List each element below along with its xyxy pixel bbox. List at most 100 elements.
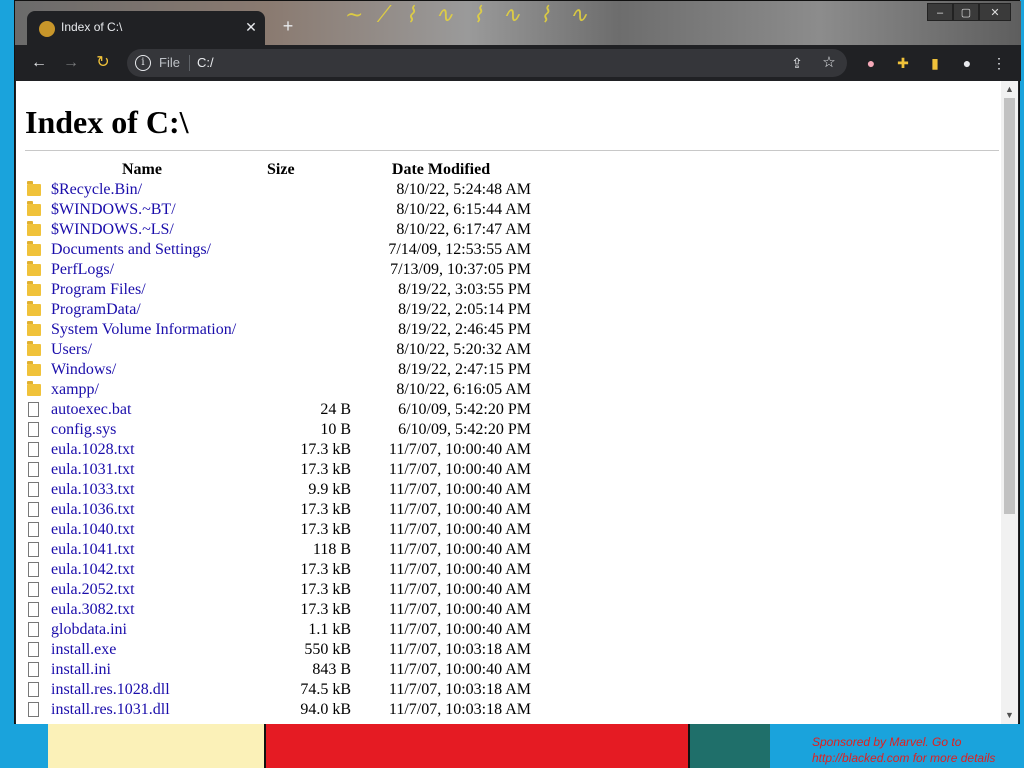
table-row: eula.1031.txt 17.3 kB 11/7/07, 10:00:40 AM <box>25 460 531 480</box>
folder-link[interactable]: Program Files/ <box>51 281 146 298</box>
row-icon-cell <box>25 220 51 240</box>
tab-title: Index of C:\ <box>61 20 123 34</box>
extension-flag-icon[interactable]: ● <box>861 53 881 73</box>
row-name-cell: eula.1041.txt <box>51 540 259 560</box>
share-icon[interactable]: ⇪ <box>787 53 807 73</box>
row-date-modified: 7/14/09, 12:53:55 AM <box>388 241 531 258</box>
folder-icon <box>27 201 41 216</box>
file-link[interactable]: install.res.1031.dll <box>51 701 170 718</box>
address-bar[interactable]: i File C:/ ⇪ ☆ <box>127 49 847 77</box>
file-link[interactable]: install.ini <box>51 661 111 678</box>
info-icon[interactable]: i <box>135 55 151 71</box>
file-link[interactable]: config.sys <box>51 421 116 438</box>
forward-icon[interactable]: → <box>59 51 83 75</box>
row-icon-cell <box>25 380 51 400</box>
scrollbar-thumb[interactable] <box>1004 98 1015 514</box>
row-size <box>259 200 351 220</box>
folder-link[interactable]: xampp/ <box>51 381 99 398</box>
file-link[interactable]: eula.3082.txt <box>51 601 135 618</box>
folder-link[interactable]: $Recycle.Bin/ <box>51 181 142 198</box>
row-icon-cell <box>25 420 51 440</box>
reload-icon[interactable]: ↻ <box>91 51 115 75</box>
table-row: eula.1036.txt 17.3 kB 11/7/07, 10:00:40 AM <box>25 500 531 520</box>
folder-link[interactable]: System Volume Information/ <box>51 321 236 338</box>
file-link[interactable]: eula.1028.txt <box>51 441 135 458</box>
folder-icon <box>27 321 41 336</box>
maximize-icon[interactable]: ▢ <box>953 3 979 21</box>
row-icon-cell <box>25 200 51 220</box>
tab-active[interactable]: Index of C:\ ✕ <box>27 11 265 45</box>
table-row: $Recycle.Bin/8/10/22, 5:24:48 AM <box>25 180 531 200</box>
file-link[interactable]: autoexec.bat <box>51 401 131 418</box>
row-icon-cell <box>25 520 51 540</box>
row-date-modified: 6/10/09, 5:42:20 PM <box>398 421 531 438</box>
row-name-cell: install.res.1031.dll <box>51 700 259 720</box>
row-name-cell: autoexec.bat <box>51 400 259 420</box>
folder-icon <box>27 301 41 316</box>
row-size <box>259 320 351 340</box>
table-row: install.res.1031.dll 94.0 kB 11/7/07, 10:0… <box>25 700 531 720</box>
bookmark-star-icon[interactable]: ☆ <box>819 53 839 73</box>
row-icon-cell <box>25 280 51 300</box>
row-size <box>259 180 351 200</box>
column-header-date[interactable]: Date Modified <box>351 160 531 180</box>
file-scheme-label: File <box>159 55 180 70</box>
wallpaper-red-panel <box>264 724 690 768</box>
row-name-cell: xampp/ <box>51 380 259 400</box>
row-name-cell: PerfLogs/ <box>51 260 259 280</box>
row-date-modified: 8/19/22, 2:46:45 PM <box>398 321 531 338</box>
file-link[interactable]: install.exe <box>51 641 116 658</box>
extensions-puzzle-icon[interactable]: ✚ <box>893 53 913 73</box>
row-size: 17.3 kB <box>300 461 351 478</box>
side-panel-icon[interactable]: ▮ <box>925 53 945 73</box>
row-size <box>259 280 351 300</box>
column-header-name[interactable]: Name <box>25 160 259 180</box>
file-link[interactable]: eula.1031.txt <box>51 461 135 478</box>
file-link[interactable]: eula.1040.txt <box>51 521 135 538</box>
profile-avatar-icon[interactable]: ● <box>957 53 977 73</box>
folder-icon <box>27 261 41 276</box>
file-link[interactable]: install.res.1028.dll <box>51 681 170 698</box>
table-row: install.res.1028.dll 74.5 kB 11/7/07, 10:0… <box>25 680 531 700</box>
table-row: System Volume Information/8/19/22, 2:46:… <box>25 320 531 340</box>
folder-link[interactable]: Users/ <box>51 341 92 358</box>
row-name-cell: eula.1040.txt <box>51 520 259 540</box>
wallpaper-yellow-panel <box>48 724 264 768</box>
row-name-cell: install.res.1028.dll <box>51 680 259 700</box>
folder-link[interactable]: Documents and Settings/ <box>51 241 211 258</box>
titlebar-decoration: ~ ⁄ ⌇ ∿ ⌇ ∿ ⌇ ∿ <box>345 3 594 28</box>
row-icon-cell <box>25 440 51 460</box>
row-size <box>259 300 351 320</box>
folder-link[interactable]: PerfLogs/ <box>51 261 114 278</box>
row-size <box>259 260 351 280</box>
close-window-icon[interactable]: ✕ <box>979 3 1011 21</box>
vertical-scrollbar[interactable]: ▲ ▼ <box>1001 81 1018 724</box>
file-icon <box>28 702 39 717</box>
file-link[interactable]: eula.1041.txt <box>51 541 135 558</box>
row-icon-cell <box>25 480 51 500</box>
row-size: 1.1 kB <box>308 621 351 638</box>
row-name-cell: System Volume Information/ <box>51 320 259 340</box>
tab-close-icon[interactable]: ✕ <box>241 17 261 37</box>
back-icon[interactable]: ← <box>27 51 51 75</box>
minimize-icon[interactable]: – <box>927 3 953 21</box>
new-tab-icon[interactable]: + <box>277 15 299 37</box>
file-icon <box>28 602 39 617</box>
column-header-size[interactable]: Size <box>259 160 351 180</box>
file-link[interactable]: eula.1042.txt <box>51 561 135 578</box>
row-size: 17.3 kB <box>300 581 351 598</box>
file-link[interactable]: eula.2052.txt <box>51 581 135 598</box>
file-link[interactable]: eula.1033.txt <box>51 481 135 498</box>
folder-link[interactable]: Windows/ <box>51 361 116 378</box>
file-link[interactable]: globdata.ini <box>51 621 127 638</box>
file-link[interactable]: eula.1036.txt <box>51 501 135 518</box>
url-text[interactable]: C:/ <box>197 55 214 70</box>
table-row: eula.1042.txt 17.3 kB 11/7/07, 10:00:40 AM <box>25 560 531 580</box>
scroll-up-icon[interactable]: ▲ <box>1001 81 1018 98</box>
kebab-menu-icon[interactable]: ⋮ <box>989 53 1009 73</box>
folder-link[interactable]: ProgramData/ <box>51 301 141 318</box>
folder-link[interactable]: $WINDOWS.~BT/ <box>51 201 176 218</box>
desktop-sponsor-text: Sponsored by Marvel. Go to http://blacke… <box>812 735 996 765</box>
scroll-down-icon[interactable]: ▼ <box>1001 707 1018 724</box>
folder-link[interactable]: $WINDOWS.~LS/ <box>51 221 174 238</box>
